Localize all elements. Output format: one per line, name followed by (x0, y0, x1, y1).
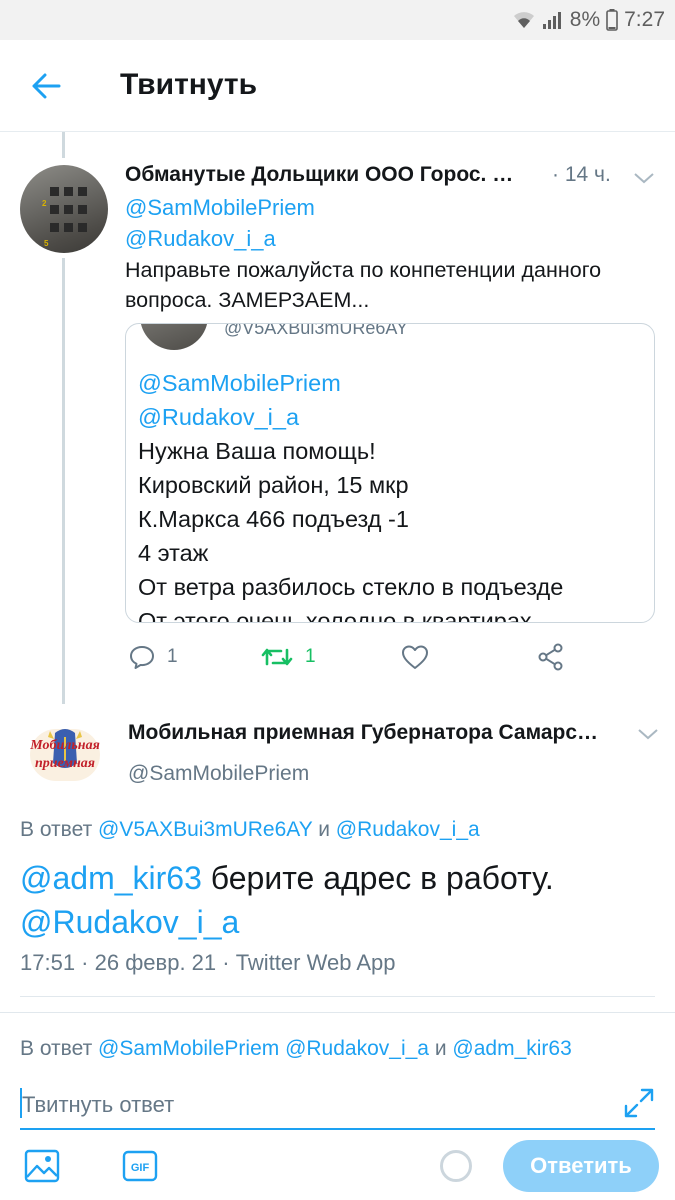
compose-reply-mentions[interactable]: @SamMobilePriem @Rudakov_i_a (98, 1037, 429, 1060)
quoted-tweet-card[interactable]: @V5AXBui3mURe6AY @SamMobilePriem @Rudako… (125, 323, 655, 623)
divider (20, 996, 655, 997)
tweet-mention[interactable]: @Rudakov_i_a (125, 226, 276, 252)
retweet-button[interactable]: 1 (261, 640, 316, 674)
battery-icon (606, 9, 618, 31)
heart-icon (402, 645, 428, 669)
quoted-line: От этого очень холодно в квартирах (138, 608, 532, 623)
reply-context-mention[interactable]: @Rudakov_i_a (336, 818, 480, 841)
tweet-author-name[interactable]: Обманутые Дольщики ООО Горос. … (125, 163, 525, 187)
tweet-author-handle[interactable]: @SamMobilePriem (128, 762, 309, 786)
quoted-mention[interactable]: @SamMobilePriem (138, 366, 653, 400)
compose-reply-context: В ответ @SamMobilePriem @Rudakov_i_a и @… (20, 1037, 572, 1060)
reply-icon (130, 646, 154, 669)
add-gif-button[interactable]: GIF (120, 1146, 160, 1186)
quoted-line: От ветра разбилось стекло в подъезде (138, 574, 564, 600)
reply-count: 1 (167, 646, 178, 667)
clock: 7:27 (624, 8, 665, 31)
arrow-left-icon (32, 73, 61, 99)
character-counter (440, 1150, 472, 1182)
tweet-mention[interactable]: @adm_kir63 (20, 860, 202, 896)
emblem-text-2: приемная (35, 756, 95, 771)
reply-context: В ответ @V5AXBui3mURe6AY и @Rudakov_i_a (20, 818, 480, 841)
thread-line (62, 132, 65, 158)
signal-icon (542, 10, 564, 30)
tweet-meta: 17:51 · 26 февр. 21 · Twitter Web App (20, 950, 396, 975)
tweet-text: Направьте пожалуйста по конпетенции данн… (125, 258, 602, 312)
quoted-avatar (140, 324, 208, 350)
status-bar: 8% 7:27 (0, 0, 675, 40)
app-header: Твитнуть (0, 40, 675, 132)
thread-line (62, 258, 65, 704)
add-image-button[interactable] (22, 1146, 62, 1186)
retweet-icon (261, 648, 293, 666)
quoted-mention[interactable]: @Rudakov_i_a (138, 400, 653, 434)
chevron-down-icon[interactable] (636, 722, 660, 746)
quoted-line: 4 этаж (138, 540, 209, 566)
emblem-text-1: Мобильная (29, 738, 100, 753)
focused-tweet-text: @adm_kir63 берите адрес в работу. @Rudako… (20, 860, 554, 940)
avatar[interactable]: Мобильная приемная (18, 720, 112, 790)
tweet-mention[interactable]: @SamMobilePriem (125, 195, 315, 221)
emblem-logo: Мобильная приемная (29, 729, 100, 781)
back-button[interactable] (18, 64, 74, 108)
tweet-timestamp: · 14 ч. (552, 163, 611, 186)
tweet-actions: 1 1 (125, 640, 655, 674)
battery-percent: 8% (569, 8, 601, 31)
quoted-line: Нужна Ваша помощь! (138, 438, 376, 464)
page-title: Твитнуть (120, 68, 258, 101)
wifi-icon (512, 10, 536, 30)
reply-context-mention[interactable]: @V5AXBui3mURe6AY (98, 818, 312, 841)
share-button[interactable] (537, 640, 565, 674)
expand-icon[interactable] (622, 1086, 656, 1120)
share-icon (538, 643, 563, 671)
status-icons: 8% 7:27 (512, 6, 665, 34)
reply-button[interactable]: 1 (129, 640, 178, 674)
reply-input[interactable] (20, 1082, 655, 1130)
svg-text:GIF: GIF (131, 1162, 150, 1174)
reply-send-button[interactable]: Ответить (503, 1140, 659, 1192)
retweet-count: 1 (305, 646, 316, 667)
image-icon (24, 1149, 60, 1183)
tweet-mention[interactable]: @Rudakov_i_a (20, 904, 239, 940)
quoted-text: @SamMobilePriem @Rudakov_i_a Нужна Ваша … (138, 366, 653, 623)
avatar[interactable]: 2 5 (20, 165, 108, 253)
quoted-line: Кировский район, 15 мкр (138, 472, 409, 498)
tweet-author-name[interactable]: Мобильная приемная Губернатора Самарс… (128, 721, 628, 745)
like-button[interactable] (401, 640, 429, 674)
text-caret (20, 1088, 22, 1118)
gif-icon: GIF (122, 1150, 158, 1182)
compose-reply-mention[interactable]: @adm_kir63 (452, 1037, 571, 1060)
quoted-line: К.Маркса 466 подъезд -1 (138, 506, 409, 532)
chevron-down-icon[interactable] (632, 166, 656, 190)
quoted-handle: @V5AXBui3mURe6AY (224, 323, 409, 338)
